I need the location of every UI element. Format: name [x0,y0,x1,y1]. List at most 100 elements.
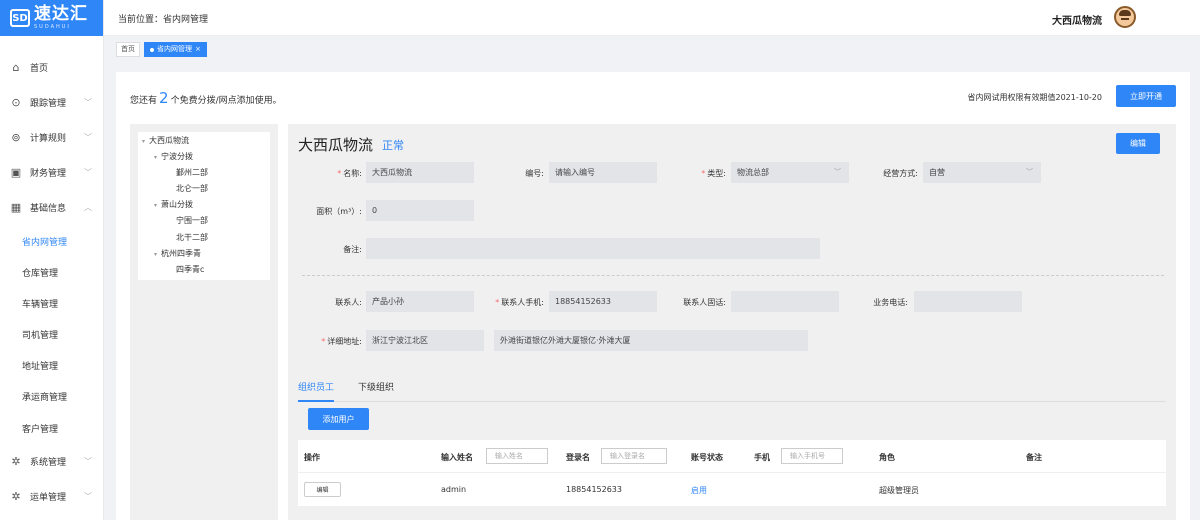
caret-down-icon[interactable]: ▾ [142,138,145,145]
bizphone-label: 业务电话: [873,298,908,307]
area-field[interactable]: 0 [366,200,474,221]
gear-icon: ✲ [11,454,21,468]
tree-node[interactable]: 鄞州二部 [176,167,208,178]
sidebar-subitem-vehicle[interactable]: 车辆管理 [0,293,104,313]
table-header-row: 操作 输入姓名 输入姓名 登录名 输入登录名 账号状态 手机 输入手机号 角色 … [298,440,1166,473]
sidebar-item-basic-info[interactable]: ▦ 基础信息 ︿ [0,197,104,217]
activate-button[interactable]: 立即开通 [1116,85,1176,107]
phone-field[interactable]: 18854152633 [549,291,657,312]
required-mark: * [495,298,500,307]
tree-node[interactable]: 四季青c [176,264,204,275]
main-content: 您还有 2 个免费分拨/网点添加使用。 省内网试用权限有效期值2021-10-20 … [116,72,1190,520]
tree-node[interactable]: ▾ 杭州四季青 [154,248,201,259]
name-filter-input[interactable]: 输入姓名 [486,448,548,464]
address-detail-field[interactable]: 外滩街道银亿外滩大厦银亿·外滩大厦 [494,330,808,351]
contact-field[interactable]: 产品小孙 [366,291,474,312]
sidebar-subitem-driver[interactable]: 司机管理 [0,324,104,344]
sidebar-item-system[interactable]: ✲ 系统管理 ﹀ [0,451,104,471]
contact-label: 联系人: [335,298,362,307]
status-badge: 正常 [382,139,404,152]
sidebar-subitem-warehouse[interactable]: 仓库管理 [0,262,104,282]
tree-node-label: 大西瓜物流 [149,136,190,145]
tree-node[interactable]: ▾ 大西瓜物流 [142,135,189,146]
label-text: 详细地址: [327,337,362,346]
tab-org-staff[interactable]: 组织员工 [298,382,335,402]
company-name: 大西瓜物流 [1052,16,1102,27]
tab-sub-orgs[interactable]: 下级组织 [358,382,394,402]
caret-down-icon[interactable]: ▾ [154,202,157,209]
table-row: 编辑 admin 18854152633 启用 超级管理员 [298,473,1166,506]
sidebar-item-label: 首页 [30,63,49,74]
org-title: 大西瓜物流 [298,136,374,154]
row-edit-button[interactable]: 编辑 [304,482,341,497]
tree-node[interactable]: 北仑一部 [176,183,208,194]
type-select[interactable]: 物流总部 ﹀ [731,162,849,183]
tabs-bar: 首页 省内网管理 × [104,36,1200,62]
label-text: 类型: [707,169,726,178]
logo-text: 速达汇 [34,4,88,24]
name-label: * 名称: [328,168,362,179]
col-login: 登录名 [566,453,590,462]
edit-button[interactable]: 编辑 [1116,133,1160,154]
mode-select[interactable]: 自营 ﹀ [923,162,1041,183]
code-field[interactable]: 请输入编号 [549,162,657,183]
sidebar-item-label: 跟踪管理 [30,98,67,109]
tab-provincial-network[interactable]: 省内网管理 × [144,42,207,57]
caret-down-icon[interactable]: ▾ [154,154,157,161]
sidebar-subitem-provincial-network[interactable]: 省内网管理 [0,231,104,251]
sidebar-subitem-carrier[interactable]: 承运商管理 [0,386,104,406]
login-filter-input[interactable]: 输入登录名 [601,448,667,464]
avatar[interactable] [1114,6,1136,28]
close-icon[interactable]: × [195,42,201,57]
notice-count: 2 [159,89,169,107]
chevron-up-icon: ︿ [84,202,92,212]
caret-down-icon[interactable]: ▾ [154,251,157,258]
chevron-down-icon: ﹀ [834,168,841,176]
bizphone-field[interactable] [914,291,1022,312]
tree-node-label: 杭州四季青 [161,249,202,258]
sidebar-subitem-customer[interactable]: 客户管理 [0,418,104,438]
sidebar-item-waybill[interactable]: ✲ 运单管理 ﹀ [0,486,104,506]
sidebar-item-finance[interactable]: ▣ 财务管理 ﹀ [0,162,104,182]
required-mark: * [337,169,342,178]
section-divider [302,275,1164,276]
sidebar-item-label: 系统管理 [30,457,67,468]
logo[interactable]: SD 速达汇 SUDAHUI [0,0,103,36]
landline-label: 联系人固话: [683,298,726,307]
remark-label: 备注: [343,245,362,254]
name-field[interactable]: 大西瓜物流 [366,162,474,183]
sidebar-item-home[interactable]: ⌂ 首页 [0,57,104,77]
landline-field[interactable] [731,291,839,312]
chevron-down-icon: ﹀ [84,97,92,107]
cell-status-link[interactable]: 启用 [691,485,707,496]
tree-node-label: 宁波分拨 [161,152,194,161]
sidebar-item-tracking[interactable]: ⊙ 跟踪管理 ﹀ [0,92,104,112]
org-tree-panel: ▾ 大西瓜物流 ▾ 宁波分拨 鄞州二部 北仑一部 ▾ 萧山分拨 宁围一部 北干二部 ▾… [130,124,278,520]
sidebar-item-rules[interactable]: ⊚ 计算规则 ﹀ [0,127,104,147]
grid-icon: ▦ [10,200,22,214]
col-remark: 备注 [1026,453,1042,462]
sidebar-subitem-address[interactable]: 地址管理 [0,355,104,375]
tree-node[interactable]: ▾ 萧山分拨 [154,199,193,210]
location-pin-icon: ⊙ [11,95,21,109]
label-text: 名称: [343,169,362,178]
validity-text: 省内网试用权限有效期值2021-10-20 [967,93,1103,102]
tree-node[interactable]: ▾ 宁波分拨 [154,151,193,162]
tab-label: 省内网管理 [157,45,192,53]
top-header: 当前位置：省内网管理 大西瓜物流 [104,0,1200,36]
tree-node[interactable]: 北干二部 [176,232,208,243]
address-region-field[interactable]: 浙江宁波江北区 [366,330,484,351]
wallet-icon: ▣ [10,165,22,179]
col-name: 输入姓名 [441,453,473,462]
tab-home[interactable]: 首页 [116,42,140,57]
col-status: 账号状态 [691,453,723,462]
notice-suffix: 个免费分拨/网点添加使用。 [170,96,282,106]
phone-label: * 联系人手机: [484,297,544,308]
add-user-button[interactable]: 添加用户 [308,408,369,430]
settings-icon: ✲ [11,489,21,503]
phone-filter-input[interactable]: 输入手机号 [781,448,843,464]
tree-node[interactable]: 宁围一部 [176,215,208,226]
remark-field[interactable] [366,238,820,259]
required-mark: * [701,169,706,178]
org-tree: ▾ 大西瓜物流 ▾ 宁波分拨 鄞州二部 北仑一部 ▾ 萧山分拨 宁围一部 北干二部 ▾… [138,132,270,280]
